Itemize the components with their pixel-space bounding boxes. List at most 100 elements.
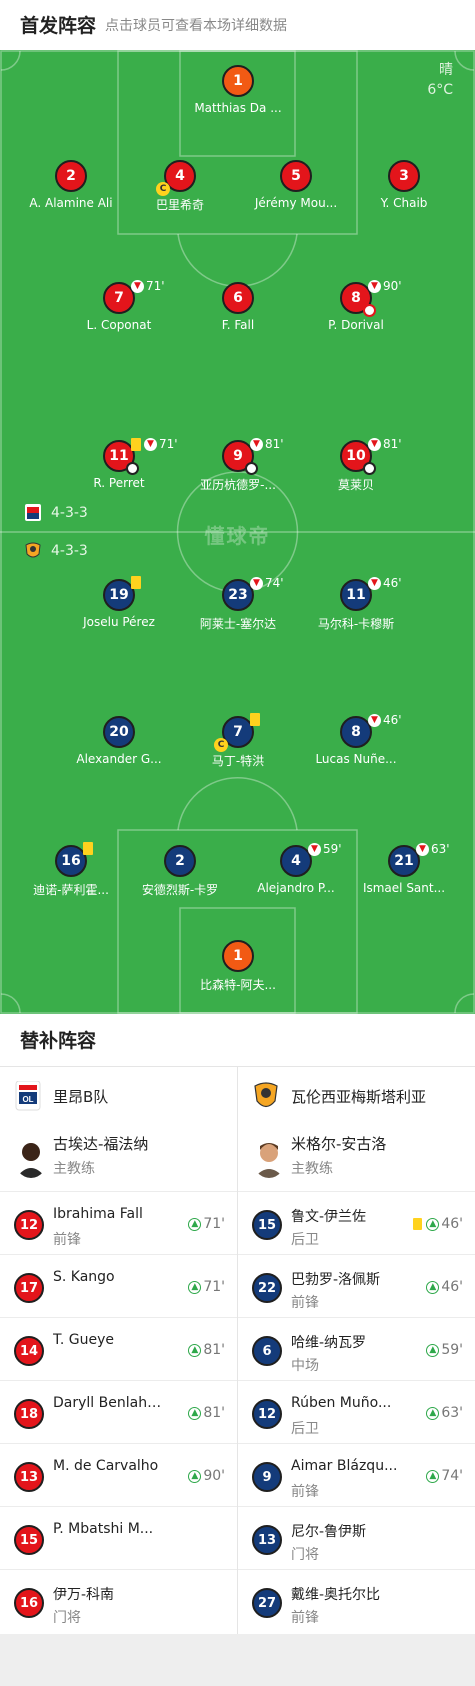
bench-section: 替补阵容 OL 里昂B队 古埃达-福法纳 主教练 12 Ibrahima Fal… — [0, 1014, 475, 1634]
away-player[interactable]: 19 Joselu Pérez — [59, 576, 179, 639]
away-sub-row[interactable]: 9 Aimar Blázqu... 前锋 ▲ 74' — [238, 1444, 475, 1507]
sub-player-position: 前锋 — [53, 1232, 81, 1248]
player-events: ▼ 74' — [250, 576, 284, 590]
sub-events: ▲ 71' — [188, 1216, 225, 1232]
sub-out-minute: 74' — [265, 576, 284, 590]
home-coach-row[interactable]: 古埃达-福法纳 主教练 — [0, 1126, 237, 1192]
jersey-number: 16 — [14, 1588, 44, 1618]
sub-player-name: 哈维-纳瓦罗 — [291, 1335, 367, 1351]
home-player[interactable]: 3 Y. Chaib — [344, 160, 464, 220]
sub-in-icon: ▲ — [426, 1217, 440, 1231]
weather-condition: 晴 — [439, 62, 453, 78]
away-player[interactable]: 23 阿莱士-塞尔达 ▼ 74' — [178, 576, 298, 639]
home-sub-row[interactable]: 14 T. Gueye ▲ 81' — [0, 1318, 237, 1381]
home-player[interactable]: 5 Jérémy Mou... — [236, 160, 356, 220]
away-player[interactable]: 7 马丁-特洪 C — [178, 713, 298, 776]
captain-badge: C — [214, 738, 228, 752]
player-events: ▼ 81' — [368, 437, 402, 451]
home-player[interactable]: 9 亚历杭德罗-... ▼ 81' — [178, 437, 298, 500]
sub-events: ▲ 63' — [426, 1405, 463, 1421]
home-sub-row[interactable]: 16 伊万-科南 门将 — [0, 1570, 237, 1633]
jersey-number: 2 — [164, 845, 196, 877]
away-coach-avatar — [252, 1138, 286, 1178]
sub-events: ▲ 74' — [426, 1468, 463, 1484]
player-events: ▼ 63' — [416, 842, 450, 856]
home-player[interactable]: 8 P. Dorival ▼ 90' — [296, 279, 416, 342]
sub-in-minute: 71' — [203, 1279, 225, 1295]
home-sub-row[interactable]: 18 Daryll Benlahlou ▲ 81' — [0, 1381, 237, 1444]
home-player[interactable]: 6 F. Fall — [178, 282, 298, 342]
sub-player-position: 中场 — [291, 1358, 319, 1374]
jersey-number: 6 — [252, 1336, 282, 1366]
away-sub-row[interactable]: 15 鲁文-伊兰佐 后卫 ▲ 46' — [238, 1192, 475, 1255]
sub-in-minute: 59' — [441, 1342, 463, 1358]
home-coach-name: 古埃达-福法纳 — [53, 1135, 149, 1153]
away-player[interactable]: 4 Alejandro P... ▼ 59' — [236, 842, 356, 905]
sub-player-name: 巴勃罗-洛佩斯 — [291, 1272, 381, 1288]
away-sub-row[interactable]: 13 尼尔-鲁伊斯 门将 — [238, 1507, 475, 1570]
jersey-number: 27 — [252, 1588, 282, 1618]
home-player[interactable]: 7 L. Coponat ▼ 71' — [59, 279, 179, 342]
sub-in-minute: 81' — [203, 1405, 225, 1421]
jersey-number: 14 — [14, 1336, 44, 1366]
match-lineup-screen: 首发阵容 点击球员可查看本场详细数据 晴 6°C 懂球帝 4-3-3 4-3-3… — [0, 0, 475, 1686]
bench-title: 替补阵容 — [20, 1030, 97, 1052]
home-sub-row[interactable]: 13 M. de Carvalho ▲ 90' — [0, 1444, 237, 1507]
player-events: ▼ 90' — [368, 279, 402, 293]
jersey-number: 20 — [103, 716, 135, 748]
away-coach-row[interactable]: 米格尔-安古洛 主教练 — [238, 1126, 475, 1192]
away-player[interactable]: 16 迪诺-萨利霍... — [11, 842, 131, 905]
sub-in-minute: 46' — [441, 1216, 463, 1232]
away-player[interactable]: 1 比森特-阿夫... — [178, 940, 298, 1000]
home-player[interactable]: 11 R. Perret ▼ 71' — [59, 437, 179, 500]
home-player[interactable]: 2 A. Alamine Ali — [11, 160, 131, 220]
away-sub-row[interactable]: 6 哈维-纳瓦罗 中场 ▲ 59' — [238, 1318, 475, 1381]
away-sub-row[interactable]: 27 戴维-奥托尔比 前锋 — [238, 1570, 475, 1633]
player-events: ▼ 71' — [131, 279, 165, 293]
sub-in-minute: 74' — [441, 1468, 463, 1484]
sub-in-icon: ▲ — [426, 1469, 440, 1483]
svg-text:OL: OL — [22, 1095, 33, 1104]
away-player[interactable]: 11 马尔科-卡穆斯 ▼ 46' — [296, 576, 416, 639]
player-name: 莫莱贝 — [337, 478, 374, 492]
sub-out-icon: ▼ — [131, 279, 144, 293]
player-name: 马尔科-卡穆斯 — [317, 617, 395, 631]
player-name: L. Coponat — [86, 318, 152, 332]
jersey-number: 5 — [280, 160, 312, 192]
sub-events: ▲ 71' — [188, 1279, 225, 1295]
away-player[interactable]: 2 安德烈斯-卡罗 — [120, 845, 240, 905]
away-sub-row[interactable]: 22 巴勃罗-洛佩斯 前锋 ▲ 46' — [238, 1255, 475, 1318]
goal-ball-icon — [363, 462, 376, 475]
away-player[interactable]: 8 Lucas Nuñe... ▼ 46' — [296, 713, 416, 776]
home-player[interactable]: 10 莫莱贝 ▼ 81' — [296, 437, 416, 500]
sub-player-position: 前锋 — [291, 1610, 319, 1626]
home-sub-row[interactable]: 17 S. Kango ▲ 71' — [0, 1255, 237, 1318]
player-name: 阿莱士-塞尔达 — [199, 617, 277, 631]
weather-info: 晴 6°C — [427, 60, 453, 100]
home-player[interactable]: 1 Matthias Da ... — [178, 65, 298, 125]
away-player[interactable]: 20 Alexander G... — [59, 716, 179, 776]
player-name: 安德烈斯-卡罗 — [141, 883, 219, 897]
away-team-name: 瓦伦西亚梅斯塔利亚 — [291, 1088, 427, 1106]
sub-player-name: Ibrahima Fall — [53, 1206, 143, 1222]
player-name: 巴里希奇 — [155, 198, 204, 212]
player-name: F. Fall — [221, 318, 255, 332]
home-sub-row[interactable]: 12 Ibrahima Fall 前锋 ▲ 71' — [0, 1192, 237, 1255]
sub-in-icon: ▲ — [188, 1280, 202, 1294]
away-sub-row[interactable]: 12 Rúben Muño... 后卫 ▲ 63' — [238, 1381, 475, 1444]
away-player[interactable]: 21 Ismael Sant... ▼ 63' — [344, 842, 464, 905]
player-events — [83, 842, 96, 855]
player-name: P. Dorival — [328, 318, 384, 332]
home-player[interactable]: 4 巴里希奇 C — [120, 160, 240, 220]
sub-player-name: 戴维-奥托尔比 — [291, 1587, 381, 1603]
yellow-card-icon — [83, 842, 93, 855]
sub-out-icon: ▼ — [250, 437, 263, 451]
player-name: Ismael Sant... — [362, 881, 446, 895]
sub-in-minute: 63' — [441, 1405, 463, 1421]
sub-out-minute: 81' — [265, 437, 284, 451]
away-team-row[interactable]: 瓦伦西亚梅斯塔利亚 — [238, 1066, 475, 1126]
home-team-row[interactable]: OL 里昂B队 — [0, 1066, 237, 1126]
jersey-number: 9 — [252, 1462, 282, 1492]
home-sub-row[interactable]: 15 P. Mbatshi M... — [0, 1507, 237, 1570]
sub-player-position: 门将 — [291, 1547, 319, 1563]
